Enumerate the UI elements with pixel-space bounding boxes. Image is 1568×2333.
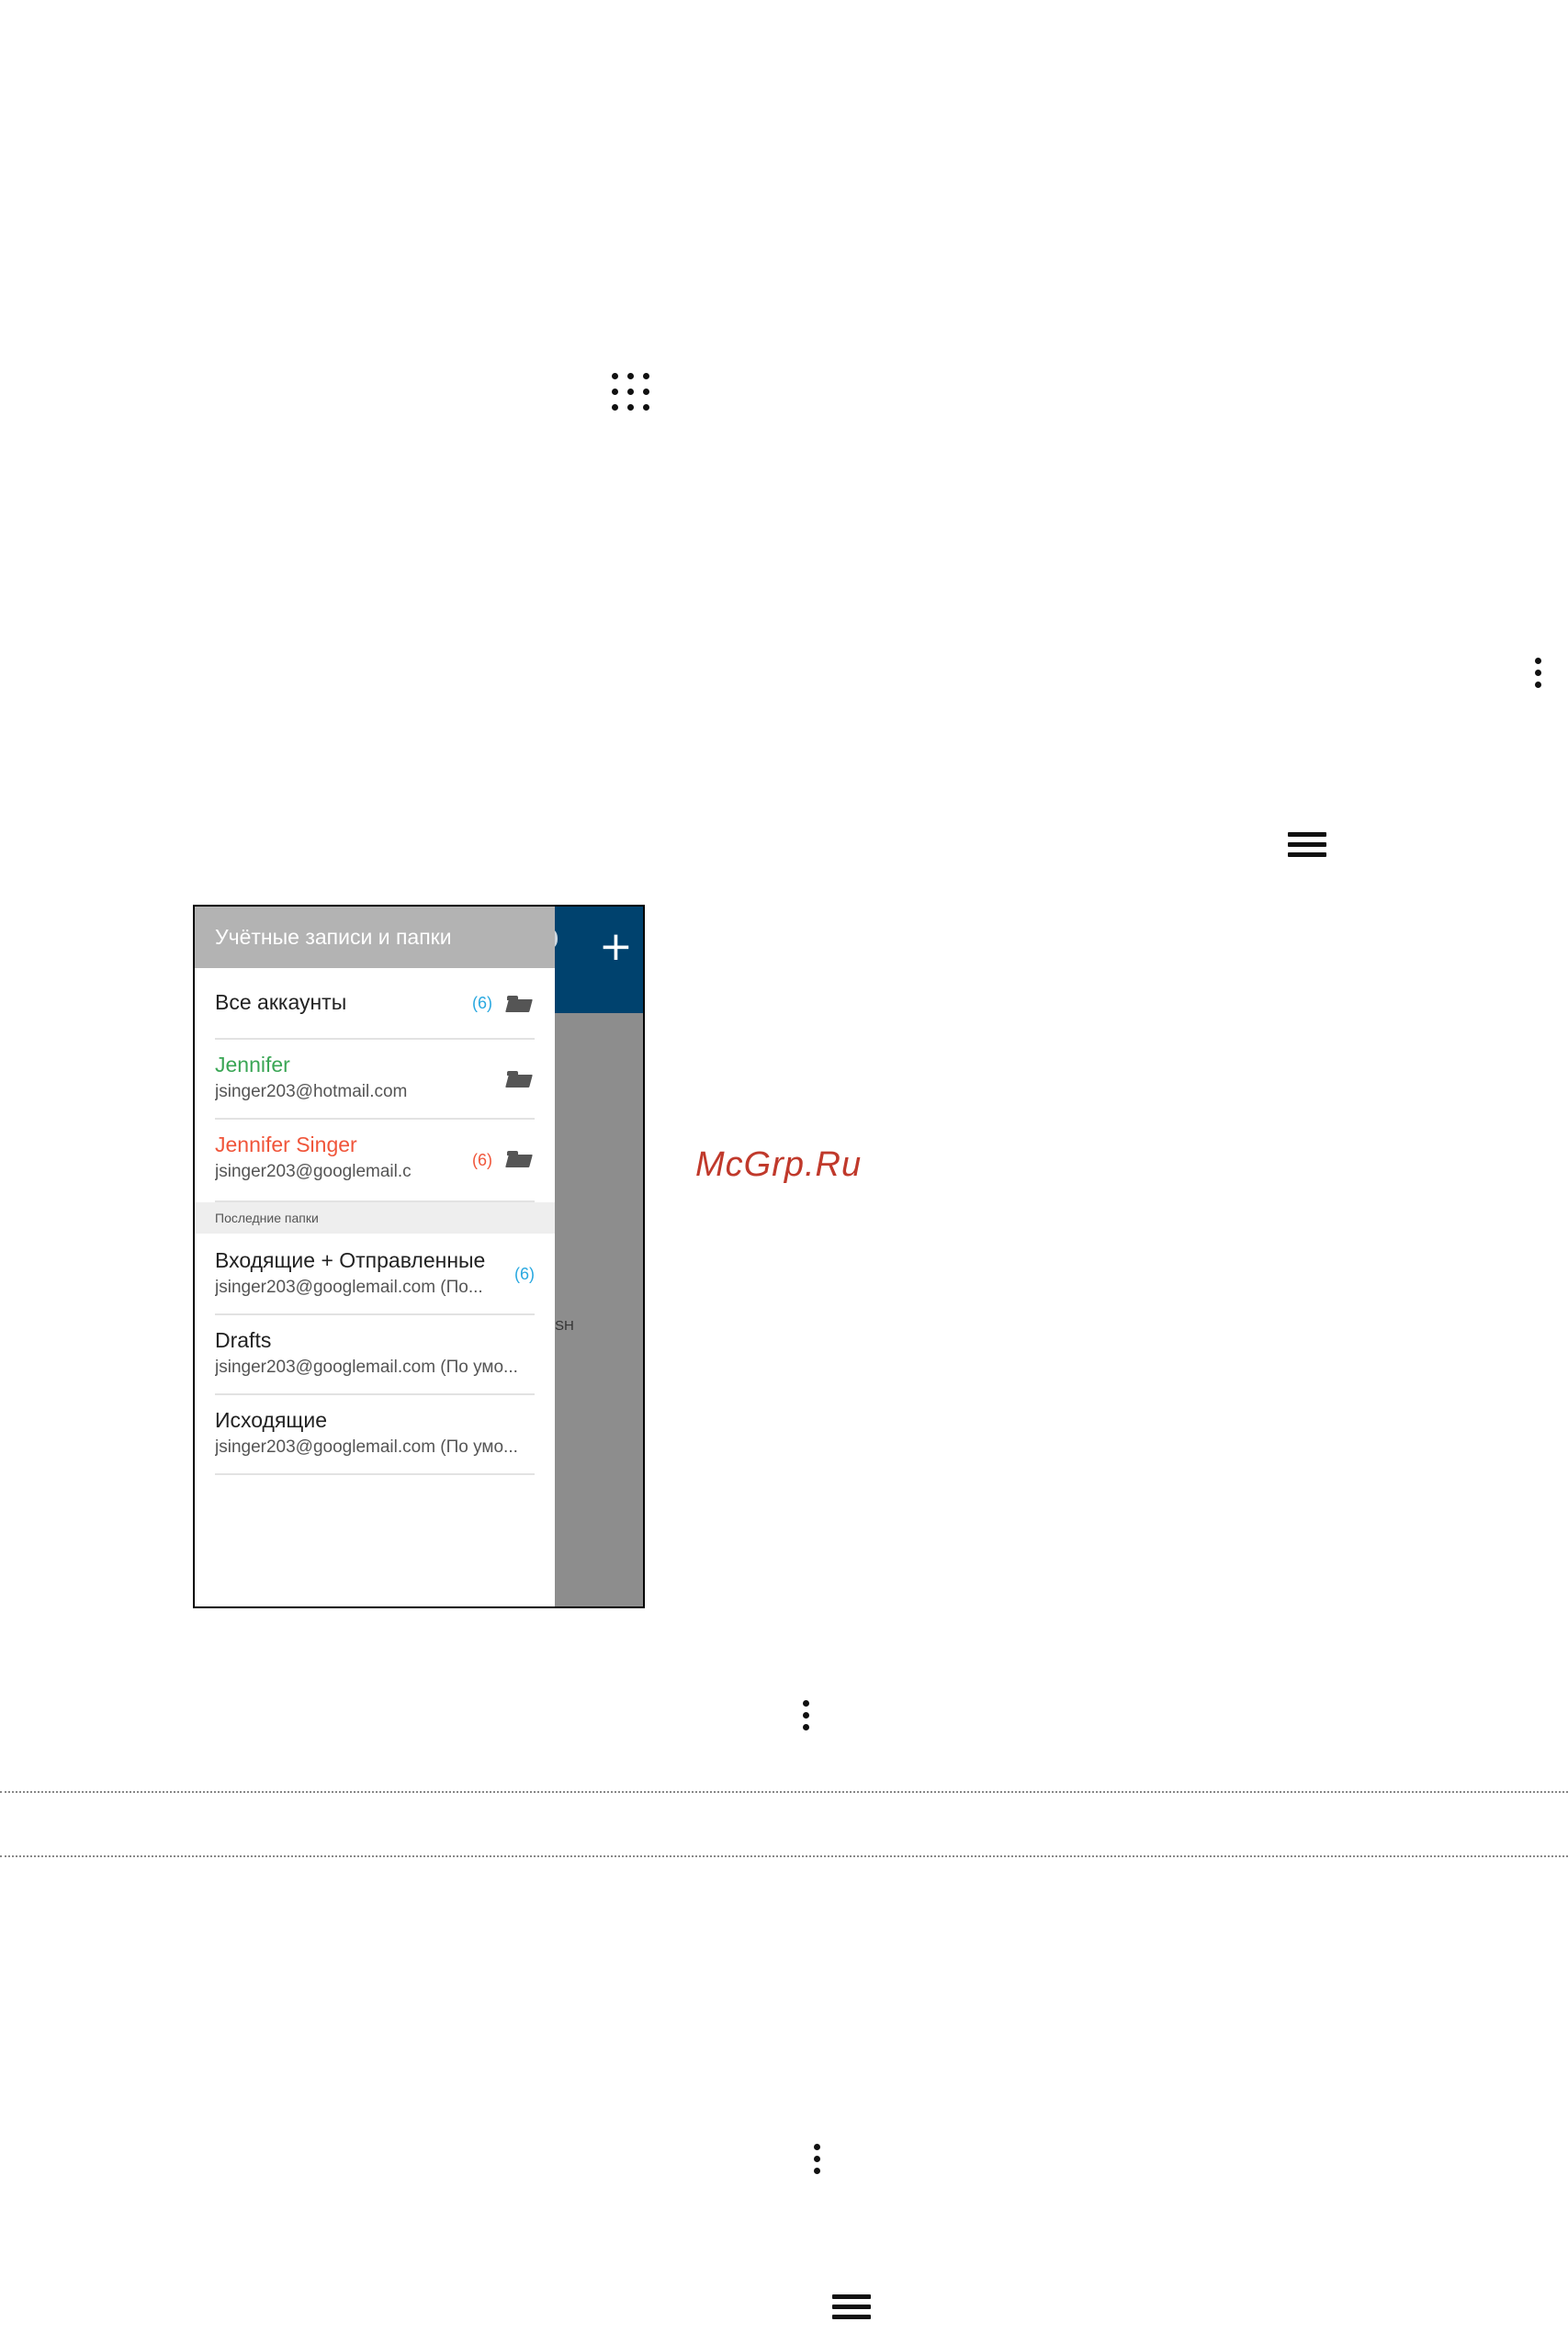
section-divider (0, 1791, 1568, 1793)
hamburger-menu-icon (832, 2294, 871, 2322)
apps-grid-icon (610, 371, 652, 413)
folder-account: jsinger203@googlemail.com (По умо... (215, 1437, 518, 1457)
folder-title: Входящие + Отправленные (215, 1248, 486, 1272)
folder-account: jsinger203@googlemail.com (По умо... (215, 1358, 518, 1377)
account-item-all[interactable]: Все аккаунты (6) (215, 968, 535, 1040)
watermark: McGrp.Ru (695, 1145, 863, 1184)
hamburger-menu-icon (1288, 832, 1326, 860)
section-divider (0, 1855, 1568, 1857)
recent-folders-header: Последние папки (195, 1202, 555, 1234)
partial-content-text: SH (555, 1318, 574, 1334)
recent-folder-item[interactable]: Входящие + Отправленные jsinger203@googl… (215, 1235, 535, 1315)
folder-open-icon[interactable] (505, 996, 533, 1012)
account-title: Jennifer Singer (215, 1133, 357, 1156)
account-email: jsinger203@googlemail.c (215, 1162, 412, 1181)
more-vertical-icon (801, 1700, 810, 1731)
folder-title: Исходящие (215, 1408, 327, 1432)
more-vertical-icon (1533, 658, 1542, 689)
folder-title: Drafts (215, 1328, 272, 1352)
account-title: Все аккаунты (215, 990, 347, 1014)
folder-open-icon[interactable] (505, 1151, 533, 1167)
unread-badge: (6) (514, 1265, 535, 1283)
folder-open-icon[interactable] (505, 1071, 533, 1088)
plus-icon[interactable]: + (599, 927, 633, 967)
recent-folder-item[interactable]: Исходящие jsinger203@googlemail.com (По … (215, 1395, 535, 1475)
unread-badge: (6) (472, 1151, 492, 1169)
recent-folder-item[interactable]: Drafts jsinger203@googlemail.com (По умо… (215, 1315, 535, 1395)
account-item-jennifer[interactable]: Jennifer jsinger203@hotmail.com (215, 1040, 535, 1120)
more-vertical-icon (812, 2144, 821, 2175)
account-email: jsinger203@hotmail.com (215, 1082, 408, 1101)
account-title: Jennifer (215, 1053, 290, 1076)
account-item-jennifer-singer[interactable]: Jennifer Singer jsinger203@googlemail.c … (215, 1120, 535, 1202)
folder-account: jsinger203@googlemail.com (По... (215, 1278, 483, 1297)
drawer-header: Учётные записи и папки (195, 907, 555, 968)
phone-screenshot: + SH Учётные записи и папки Все аккаунты… (193, 905, 645, 1608)
unread-badge: (6) (472, 994, 492, 1012)
accounts-drawer: Учётные записи и папки Все аккаунты (6) … (195, 907, 555, 1606)
